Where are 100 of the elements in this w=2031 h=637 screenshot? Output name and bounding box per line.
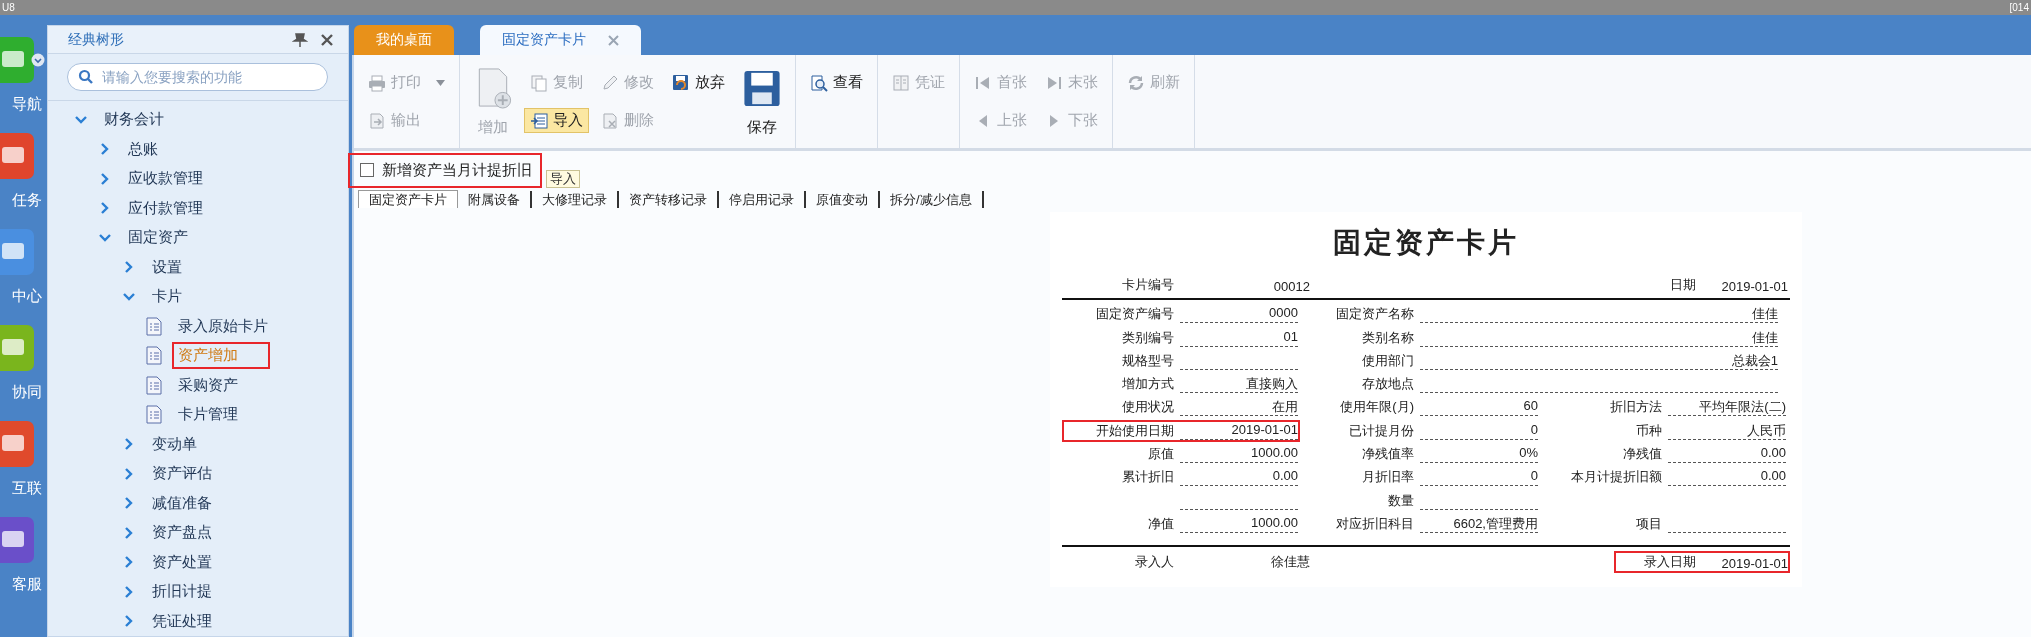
close-icon[interactable]: [320, 32, 334, 47]
tree-item[interactable]: 资产评估: [146, 460, 218, 488]
tree-item[interactable]: 资产盘点: [146, 519, 218, 547]
tree-item[interactable]: 总账: [122, 135, 164, 163]
nav-label[interactable]: 协同: [12, 383, 45, 401]
field-value: 徐佳慧: [1270, 552, 1310, 571]
app-tile-icon[interactable]: [0, 229, 34, 275]
tree-item[interactable]: 应收款管理: [122, 165, 209, 193]
field-value: 0: [1420, 468, 1538, 487]
tree-item[interactable]: 凭证处理: [146, 607, 218, 635]
field-label: 固定资产编号: [1096, 306, 1174, 322]
toolbar-button[interactable]: 查看: [804, 70, 869, 95]
field-value: 60: [1420, 398, 1538, 417]
nav-label[interactable]: 客服: [12, 575, 45, 593]
app-tile-icon[interactable]: [0, 325, 34, 371]
checkbox[interactable]: [360, 163, 374, 177]
field-label: 原值: [1148, 446, 1174, 462]
field-value: 0: [1420, 421, 1538, 440]
document-icon: [146, 405, 162, 425]
app-tile-icon[interactable]: [0, 517, 34, 563]
field-label: 折旧方法: [1610, 399, 1662, 415]
tree-item[interactable]: 采购资产: [172, 371, 244, 399]
printer-icon: [368, 73, 386, 92]
field-value: 0.00: [1668, 468, 1786, 487]
nav-label[interactable]: 中心: [12, 287, 45, 305]
disk-undo-icon: [672, 73, 690, 92]
import-icon: [530, 111, 548, 130]
tooltip: 导入: [546, 170, 580, 188]
tab[interactable]: 资产转移记录: [619, 191, 719, 208]
tree-item[interactable]: 减值准备: [146, 489, 218, 517]
field-value: 平均年限法(二): [1668, 398, 1786, 417]
app-tile-icon[interactable]: [0, 421, 34, 467]
document-icon: [146, 316, 162, 336]
tree-item[interactable]: 资产处置: [146, 548, 218, 576]
field-value: 总裁会1: [1420, 351, 1778, 370]
tree-item[interactable]: 折旧计提: [146, 578, 218, 606]
field-value: 2019-01-01: [1180, 421, 1298, 440]
field-label: 使用状况: [1122, 399, 1174, 415]
toolbar-button[interactable]: 放弃: [666, 70, 731, 95]
tree-item[interactable]: 应付款管理: [122, 194, 209, 222]
nav-label[interactable]: 导航: [12, 95, 45, 113]
panel-title: 经典树形: [68, 30, 125, 49]
field-value: 1000.00: [1180, 445, 1298, 464]
tab[interactable]: 停启用记录: [719, 191, 806, 208]
tree-item[interactable]: 卡片: [146, 283, 188, 311]
tree-item[interactable]: 卡片管理: [172, 401, 244, 429]
tab[interactable]: 大修理记录: [532, 191, 619, 208]
document-icon: [146, 375, 162, 395]
field-label: 币种: [1636, 422, 1662, 438]
field-value: 01: [1180, 328, 1298, 347]
nav-label[interactable]: 任务: [12, 191, 45, 209]
field-value: 2019-01-01: [1720, 279, 1788, 294]
field-value: 6602,管理费用: [1420, 514, 1538, 533]
delete-icon: [601, 111, 619, 130]
tree-item[interactable]: 固定资产: [122, 224, 194, 252]
field-label: 使用年限(月): [1340, 399, 1414, 415]
search-field[interactable]: 请输入您要搜索的功能: [67, 63, 328, 91]
tab[interactable]: 原值变动: [806, 191, 880, 208]
field-value: 0000: [1180, 305, 1298, 324]
tab[interactable]: 固定资产卡片: [358, 190, 458, 208]
card-title: 固定资产卡片: [1332, 225, 1520, 261]
field-value: 2019-01-01: [1720, 555, 1788, 571]
field-value: 人民币: [1668, 421, 1786, 440]
field-label: 类别编号: [1122, 329, 1174, 345]
tab[interactable]: 固定资产卡片: [480, 25, 641, 55]
export-icon: [368, 111, 386, 130]
app-tile-icon[interactable]: [0, 37, 34, 83]
pencil-icon: [601, 73, 619, 92]
field-value: 0%: [1420, 445, 1538, 464]
field-value: 1000.00: [1180, 514, 1298, 533]
toolbar-button[interactable]: 保存: [737, 63, 787, 140]
field-label: 累计折旧: [1122, 469, 1174, 485]
toolbar-button[interactable]: 导入: [524, 108, 589, 133]
tab[interactable]: 拆分/减少信息: [880, 191, 984, 208]
field-value: 0.00: [1668, 445, 1786, 464]
field-label: 项目: [1636, 515, 1662, 531]
tree-item[interactable]: 变动单: [146, 430, 203, 458]
title-bar-text: [014: [2009, 1, 2029, 14]
app-tile-icon[interactable]: [0, 133, 34, 179]
field-label: 卡片编号: [1122, 277, 1174, 292]
field-label: 增加方式: [1122, 376, 1174, 392]
copy-icon: [530, 73, 548, 92]
tree-item[interactable]: 财务会计: [98, 106, 170, 134]
pin-icon[interactable]: [292, 31, 308, 48]
dropdown-icon[interactable]: [31, 53, 45, 67]
tree-item[interactable]: 设置: [146, 253, 188, 281]
field-label: 净残值率: [1362, 446, 1414, 462]
field-label: 本月计提折旧额: [1571, 469, 1662, 485]
field-label: 类别名称: [1362, 329, 1414, 345]
tab[interactable]: 附属设备: [458, 191, 532, 208]
nav-label[interactable]: 互联: [12, 479, 45, 497]
field-value: 佳佳: [1420, 328, 1778, 347]
field-label: 日期: [1669, 277, 1696, 292]
field-label: 净值: [1148, 515, 1174, 531]
field-value: 00012: [1272, 279, 1310, 294]
tree-item[interactable]: 录入原始卡片: [172, 312, 274, 340]
document-icon: [146, 346, 162, 366]
checkbox-label[interactable]: 新增资产当月计提折旧: [382, 160, 532, 180]
field-label: 固定资产名称: [1336, 306, 1414, 322]
field-value: 在用: [1180, 398, 1298, 417]
